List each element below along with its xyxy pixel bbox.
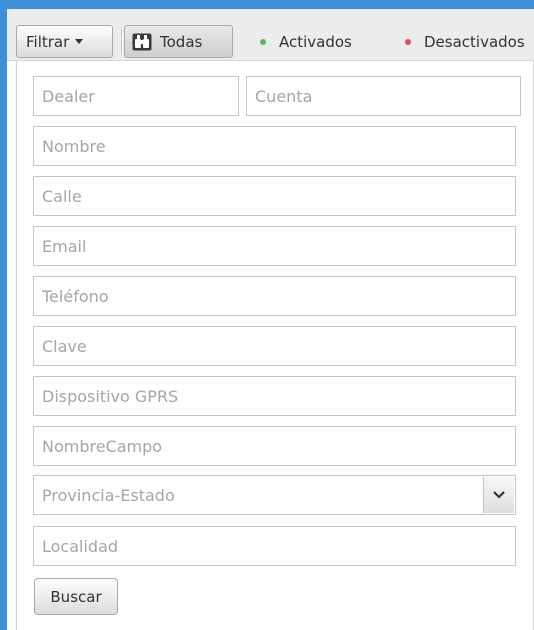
red-dot-icon [405,38,411,45]
clave-input[interactable] [33,326,516,366]
nombre-campo-input[interactable] [33,426,516,466]
filter-dropdown-button[interactable]: Filtrar [16,25,113,58]
email-input[interactable] [33,226,516,266]
nombre-input[interactable] [33,126,516,166]
dispositivo-gprs-input[interactable] [33,376,516,416]
toolbar-separator [121,28,123,55]
dealer-input[interactable] [33,76,239,116]
provincia-estado-value: Provincia-Estado [42,485,175,505]
all-filter-label: Todas [160,32,203,51]
caret-down-icon [75,39,84,44]
provincia-estado-select[interactable]: Provincia-Estado [33,475,516,515]
all-filter-button[interactable]: Todas [124,25,233,58]
chevron-down-icon[interactable] [483,477,514,513]
cuenta-input[interactable] [246,76,521,116]
binoculars-icon [132,33,152,51]
search-button-label: Buscar [50,587,102,606]
inactive-filter-label: Desactivados [424,32,525,51]
active-filter-label: Activados [279,32,352,51]
calle-input[interactable] [33,176,516,216]
inactive-filter-link[interactable]: Desactivados [405,25,525,58]
search-button[interactable]: Buscar [34,578,118,615]
localidad-input[interactable] [33,526,516,566]
filter-button-label: Filtrar [26,32,70,51]
green-dot-icon [260,38,266,45]
telefono-input[interactable] [33,276,516,316]
active-filter-link[interactable]: Activados [260,25,352,58]
filter-toolbar: Filtrar Todas Activados Desactivados [7,9,534,61]
